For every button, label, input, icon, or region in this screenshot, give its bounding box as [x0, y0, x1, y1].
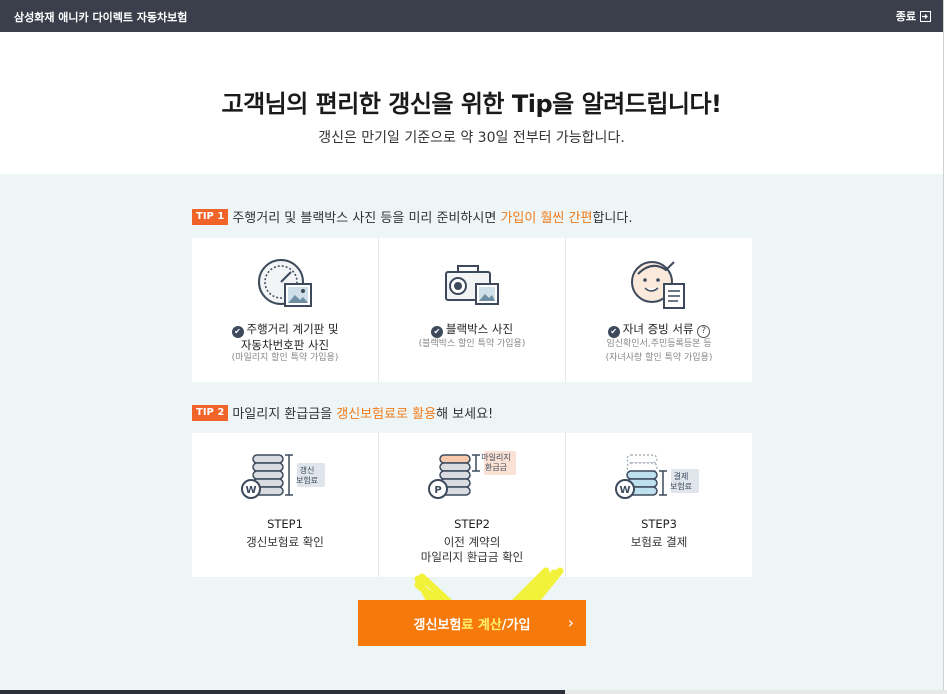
step-1: W 갱신 보험료 STEP1 갱신보험료 확인 — [192, 433, 379, 577]
card-dashcam-title: ✔ 블랙박스 사진 — [379, 322, 565, 338]
window-titlebar: 삼성화재 애니카 다이렉트 자동차보험 종료 — [0, 0, 943, 32]
card-odometer-sub: (마일리지 할인 특약 가입용) — [231, 353, 339, 363]
page-subtitle: 갱신은 만기일 기준으로 약 30일 전부터 가능합니다. — [318, 130, 625, 146]
tip1-text-highlight: 가입이 훨씬 간편 — [500, 211, 593, 226]
close-button[interactable]: 종료 — [896, 8, 931, 24]
step2-label: STEP2 — [454, 517, 490, 531]
step2-tag: 마일리지 환급금 — [481, 453, 511, 472]
card-odometer-title: ✔ 주행거리 계기판 및 자동차번호판 사진 — [192, 322, 378, 353]
renewal-calc-signup-button[interactable]: 갱신보험 료 계산/가입 › — [358, 600, 586, 646]
window-bottom-edge-right — [565, 690, 947, 694]
step3-tag: 결제 보험료 — [669, 472, 693, 491]
tip1-card-row: ✔ 주행거리 계기판 및 자동차번호판 사진 (마일리지 할인 특약 가입용) ✔… — [192, 238, 752, 382]
tip2-header: TIP 2 마일리지 환급금을 갱신보험료로 활용 해 보세요! — [192, 403, 493, 422]
help-icon[interactable]: ? — [697, 325, 711, 338]
card-dashcam: ✔ 블랙박스 사진 (블랙박스 할인 특약 가입용) — [379, 238, 566, 382]
step1-desc: 갱신보험료 확인 — [246, 535, 324, 549]
card-dashcam-sub: (블랙박스 할인 특약 가입용) — [418, 339, 526, 349]
card-odometer: ✔ 주행거리 계기판 및 자동차번호판 사진 (마일리지 할인 특약 가입용) — [192, 238, 379, 382]
card-child-docs-sub1: 임신확인서,주민등록등본 등 — [606, 339, 712, 349]
card-child-docs: ✔ 자녀 증빙 서류 ? 임신확인서,주민등록등본 등 (자녀사랑 할인 특약 가… — [566, 238, 752, 382]
step-3: W 결제 보험료 STEP3 보험료 결제 — [566, 433, 752, 577]
window-right-edge — [943, 0, 947, 694]
page-title: 고객님의 편리한 갱신을 위한 Tip을 알려드립니다! — [221, 90, 722, 118]
svg-text:W: W — [245, 485, 256, 496]
tip2-text-after: 해 보세요! — [436, 407, 494, 422]
app-title: 삼성화재 애니카 다이렉트 자동차보험 — [14, 11, 188, 24]
tip2-badge: TIP 2 — [192, 404, 229, 421]
odometer-photo-icon — [258, 259, 312, 307]
svg-text:W: W — [619, 485, 630, 496]
dashcam-photo-icon — [445, 265, 499, 305]
step-2: P 마일리지 환급금 STEP2 이전 계약의 마일리지 환급금 확인 — [379, 433, 566, 577]
step1-tag: 갱신 보험료 — [295, 466, 319, 485]
tip1-badge: TIP 1 — [192, 208, 229, 225]
chevron-right-icon: › — [567, 613, 574, 632]
tip2-step-row: W 갱신 보험료 STEP1 갱신보험료 확인 P 마일리지 환급금 STEP2… — [192, 433, 752, 577]
hero-section: 고객님의 편리한 갱신을 위한 Tip을 알려드립니다! 갱신은 만기일 기준으… — [0, 32, 943, 174]
child-document-icon — [631, 261, 685, 309]
tip2-text-highlight: 갱신보험료로 활용 — [336, 407, 437, 422]
cta-label-part1: 갱신보험 — [413, 617, 462, 633]
step1-label: STEP1 — [267, 517, 303, 531]
card-child-docs-title: ✔ 자녀 증빙 서류 ? — [566, 322, 752, 338]
tip2-text-before: 마일리지 환급금을 — [232, 407, 337, 422]
step2-desc: 이전 계약의 마일리지 환급금 확인 — [420, 535, 524, 564]
tip1-text-before: 주행거리 및 블랙박스 사진 등을 미리 준비하시면 — [232, 211, 501, 226]
step3-label: STEP3 — [641, 517, 677, 531]
check-icon: ✔ — [430, 326, 443, 338]
step3-desc: 보험료 결제 — [630, 535, 688, 549]
svg-text:P: P — [434, 485, 441, 496]
check-icon: ✔ — [231, 326, 244, 338]
check-icon: ✔ — [607, 326, 620, 338]
exit-icon — [920, 10, 931, 22]
card-child-docs-sub2: (자녀사랑 할인 특약 가입용) — [605, 353, 713, 363]
tip1-header: TIP 1 주행거리 및 블랙박스 사진 등을 미리 준비하시면 가입이 훨씬 … — [192, 207, 632, 226]
cta-label-part2: 료 계산 — [461, 617, 502, 633]
cta-label-part3: /가입 — [501, 617, 531, 633]
close-label: 종료 — [895, 10, 916, 23]
tip1-text-after: 합니다. — [592, 211, 633, 226]
